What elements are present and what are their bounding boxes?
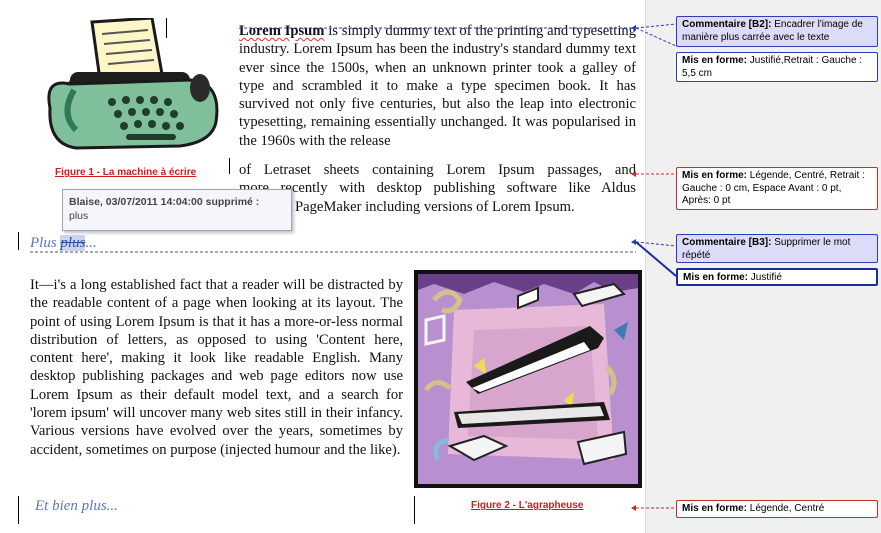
text-boundary-marker bbox=[166, 18, 167, 38]
text-boundary-marker bbox=[414, 496, 415, 524]
paragraph-1-part-1[interactable]: Lorem Ipsum is simply dummy text of the … bbox=[239, 22, 636, 150]
text-boundary-marker bbox=[18, 232, 19, 250]
format-label: Mis en forme: bbox=[682, 503, 748, 514]
paragraph-1-line-3: PageMaker including versions of Lorem Ip… bbox=[295, 198, 575, 215]
comment-balloon-b3[interactable]: Commentaire [B3]: Supprimer le mot répét… bbox=[676, 234, 878, 263]
paragraph-1-line-2: more recently with desktop publishing so… bbox=[239, 180, 636, 197]
paragraph-1-part-2[interactable]: of Letraset sheets containing Lorem Ipsu… bbox=[239, 161, 636, 216]
format-balloon-caption[interactable]: Mis en forme: Légende, Centré, Retrait :… bbox=[676, 167, 878, 210]
comment-label: Commentaire [B3]: bbox=[682, 237, 772, 248]
figure1-caption: Figure 1 - La machine à écrire bbox=[55, 167, 197, 178]
text-boundary-marker bbox=[229, 158, 230, 174]
typewriter-clipart-icon[interactable] bbox=[30, 18, 226, 150]
text-boundary-marker bbox=[18, 496, 19, 524]
paragraph-2[interactable]: It—i's a long established fact that a re… bbox=[30, 276, 403, 459]
figure2-caption: Figure 2 - L'agrapheuse bbox=[471, 500, 584, 511]
format-label: Mis en forme: bbox=[683, 272, 749, 283]
tooltip-header: Blaise, 03/07/2011 14:04:00 supprimé : bbox=[69, 196, 260, 208]
comment-label: Commentaire [B2]: bbox=[682, 19, 772, 30]
lorem-ipsum-lead: Lorem Ipsum bbox=[239, 23, 325, 39]
format-label: Mis en forme: bbox=[682, 55, 748, 66]
heading-et-bien-plus[interactable]: Et bien plus... bbox=[35, 498, 118, 515]
format-balloon-justify-indent[interactable]: Mis en forme: Justifié,Retrait : Gauche … bbox=[676, 52, 878, 82]
tooltip-body: plus bbox=[69, 210, 89, 222]
heading-plus-deleted: plus bbox=[60, 235, 86, 251]
format-balloon-caption-centered[interactable]: Mis en forme: Légende, Centré bbox=[676, 500, 878, 518]
paragraph-1-line-1: of Letraset sheets containing Lorem Ipsu… bbox=[239, 162, 636, 178]
document-page[interactable]: Figure 1 - La machine à écrire Lorem Ips… bbox=[0, 0, 645, 533]
format-label: Mis en forme: bbox=[682, 170, 748, 181]
stapler-clipart-icon[interactable] bbox=[414, 270, 642, 488]
format-text: Légende, Centré bbox=[747, 503, 825, 514]
revision-tooltip: Blaise, 03/07/2011 14:04:00 supprimé : p… bbox=[62, 189, 292, 231]
heading-plus-kept: Plus bbox=[30, 235, 61, 251]
heading-plus-tail: ... bbox=[85, 235, 97, 251]
format-balloon-justify[interactable]: Mis en forme: Justifié bbox=[676, 268, 878, 286]
heading-plus[interactable]: Plus plus... bbox=[30, 235, 97, 252]
comment-balloon-b2[interactable]: Commentaire [B2]: Encadrer l'image de ma… bbox=[676, 16, 878, 47]
format-text: Justifié bbox=[748, 272, 782, 283]
paragraph-1-text: is simply dummy text of the printing and… bbox=[239, 23, 636, 149]
